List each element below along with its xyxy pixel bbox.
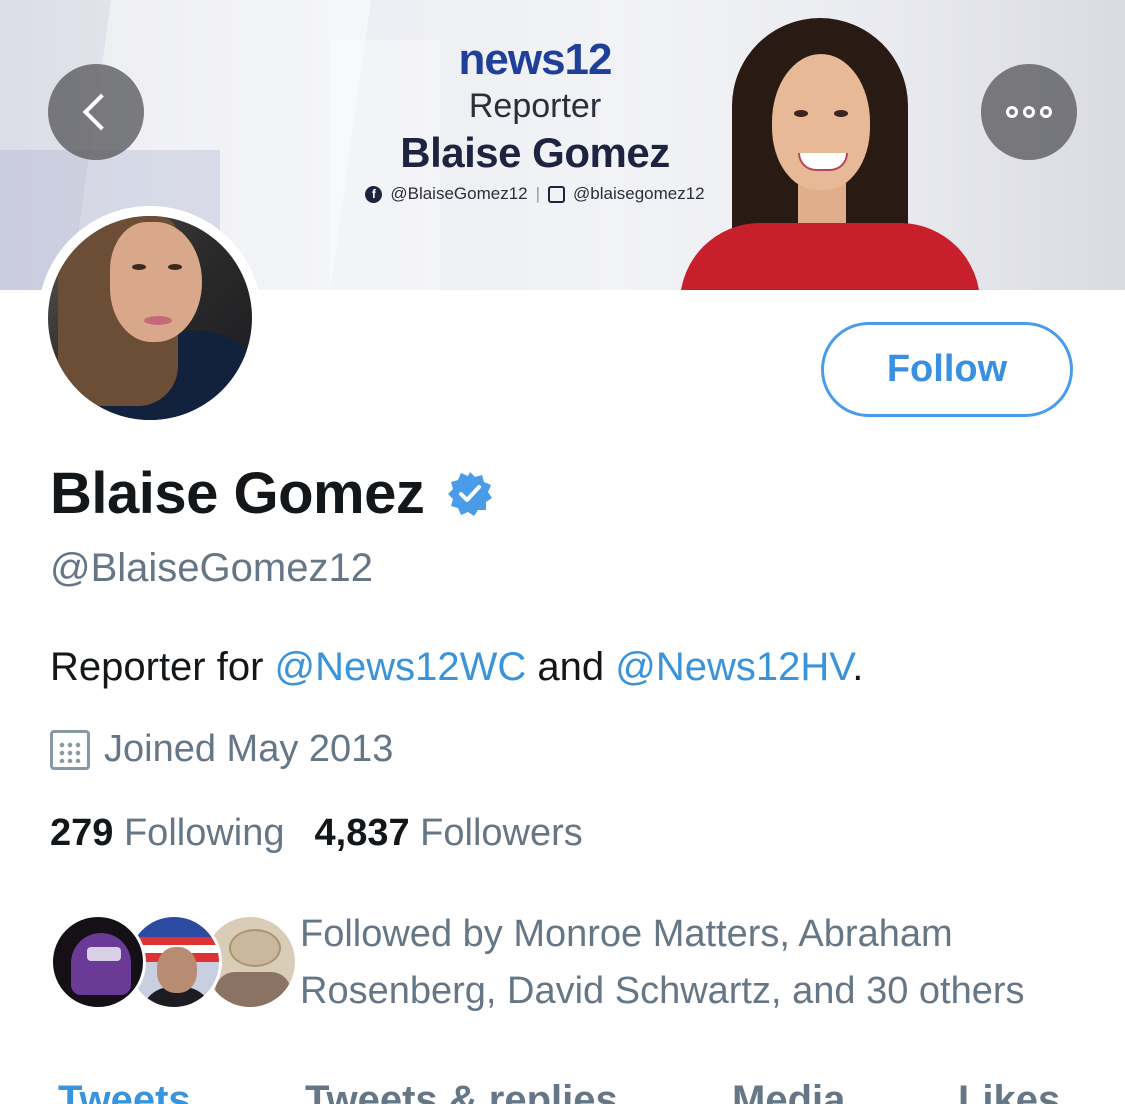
avatar[interactable]: [48, 216, 252, 420]
followers-count: 4,837: [314, 812, 410, 854]
back-button[interactable]: [48, 64, 144, 160]
bio-text: and: [526, 645, 616, 689]
mention-link[interactable]: @News12WC: [275, 645, 527, 689]
profile-handle: @BlaiseGomez12: [50, 546, 373, 590]
avatar: [50, 914, 146, 1010]
joined-date-row: Joined May 2013: [50, 728, 393, 771]
following-label: Following: [123, 812, 285, 854]
bio-text: Reporter for: [50, 645, 275, 689]
profile-tabs: Tweets Tweets & replies Media Likes: [0, 1070, 1125, 1104]
follow-stats: 279 Following 4,837 Followers: [50, 812, 583, 855]
banner-role: Reporter: [468, 87, 602, 125]
followed-by-text[interactable]: Followed by Monroe Matters, Abraham Rose…: [300, 906, 1100, 1020]
verified-badge-icon: [448, 471, 493, 516]
followers-label: Followers: [420, 812, 583, 854]
following-stat[interactable]: 279 Following: [50, 812, 285, 854]
more-options-button[interactable]: [981, 64, 1077, 160]
following-count: 279: [50, 812, 114, 854]
tab-tweets[interactable]: Tweets: [58, 1078, 191, 1104]
banner-socials: f @BlaiseGomez12 | @blaisegomez12: [330, 184, 740, 204]
tab-media[interactable]: Media: [732, 1078, 845, 1104]
tab-likes[interactable]: Likes: [958, 1078, 1060, 1104]
display-name: Blaise Gomez: [50, 461, 425, 526]
follow-button[interactable]: Follow: [821, 322, 1073, 417]
banner-portrait: [680, 18, 980, 290]
banner-name: Blaise Gomez: [400, 129, 670, 176]
banner-brand-block: news12 Reporter Blaise Gomez f @BlaiseGo…: [330, 38, 740, 204]
tab-tweets-and-replies[interactable]: Tweets & replies: [305, 1078, 618, 1104]
more-options-icon: [1006, 106, 1052, 118]
calendar-icon: [50, 729, 90, 770]
name-row: Blaise Gomez: [50, 460, 494, 527]
chevron-left-icon: [82, 93, 120, 131]
followed-by-avatars[interactable]: [50, 914, 298, 1012]
instagram-icon: [548, 185, 566, 203]
banner-facebook-handle: @BlaiseGomez12: [390, 184, 528, 203]
divider: |: [535, 184, 541, 203]
profile-bio: Reporter for @News12WC and @News12HV.: [50, 645, 863, 690]
news12-logo: news12: [458, 35, 613, 84]
facebook-icon: f: [365, 185, 383, 203]
profile-avatar-frame: [38, 206, 262, 430]
bio-text: .: [852, 645, 864, 689]
followers-stat[interactable]: 4,837 Followers: [315, 812, 583, 854]
mention-link[interactable]: @News12HV: [615, 645, 852, 689]
joined-date: Joined May 2013: [104, 728, 394, 770]
